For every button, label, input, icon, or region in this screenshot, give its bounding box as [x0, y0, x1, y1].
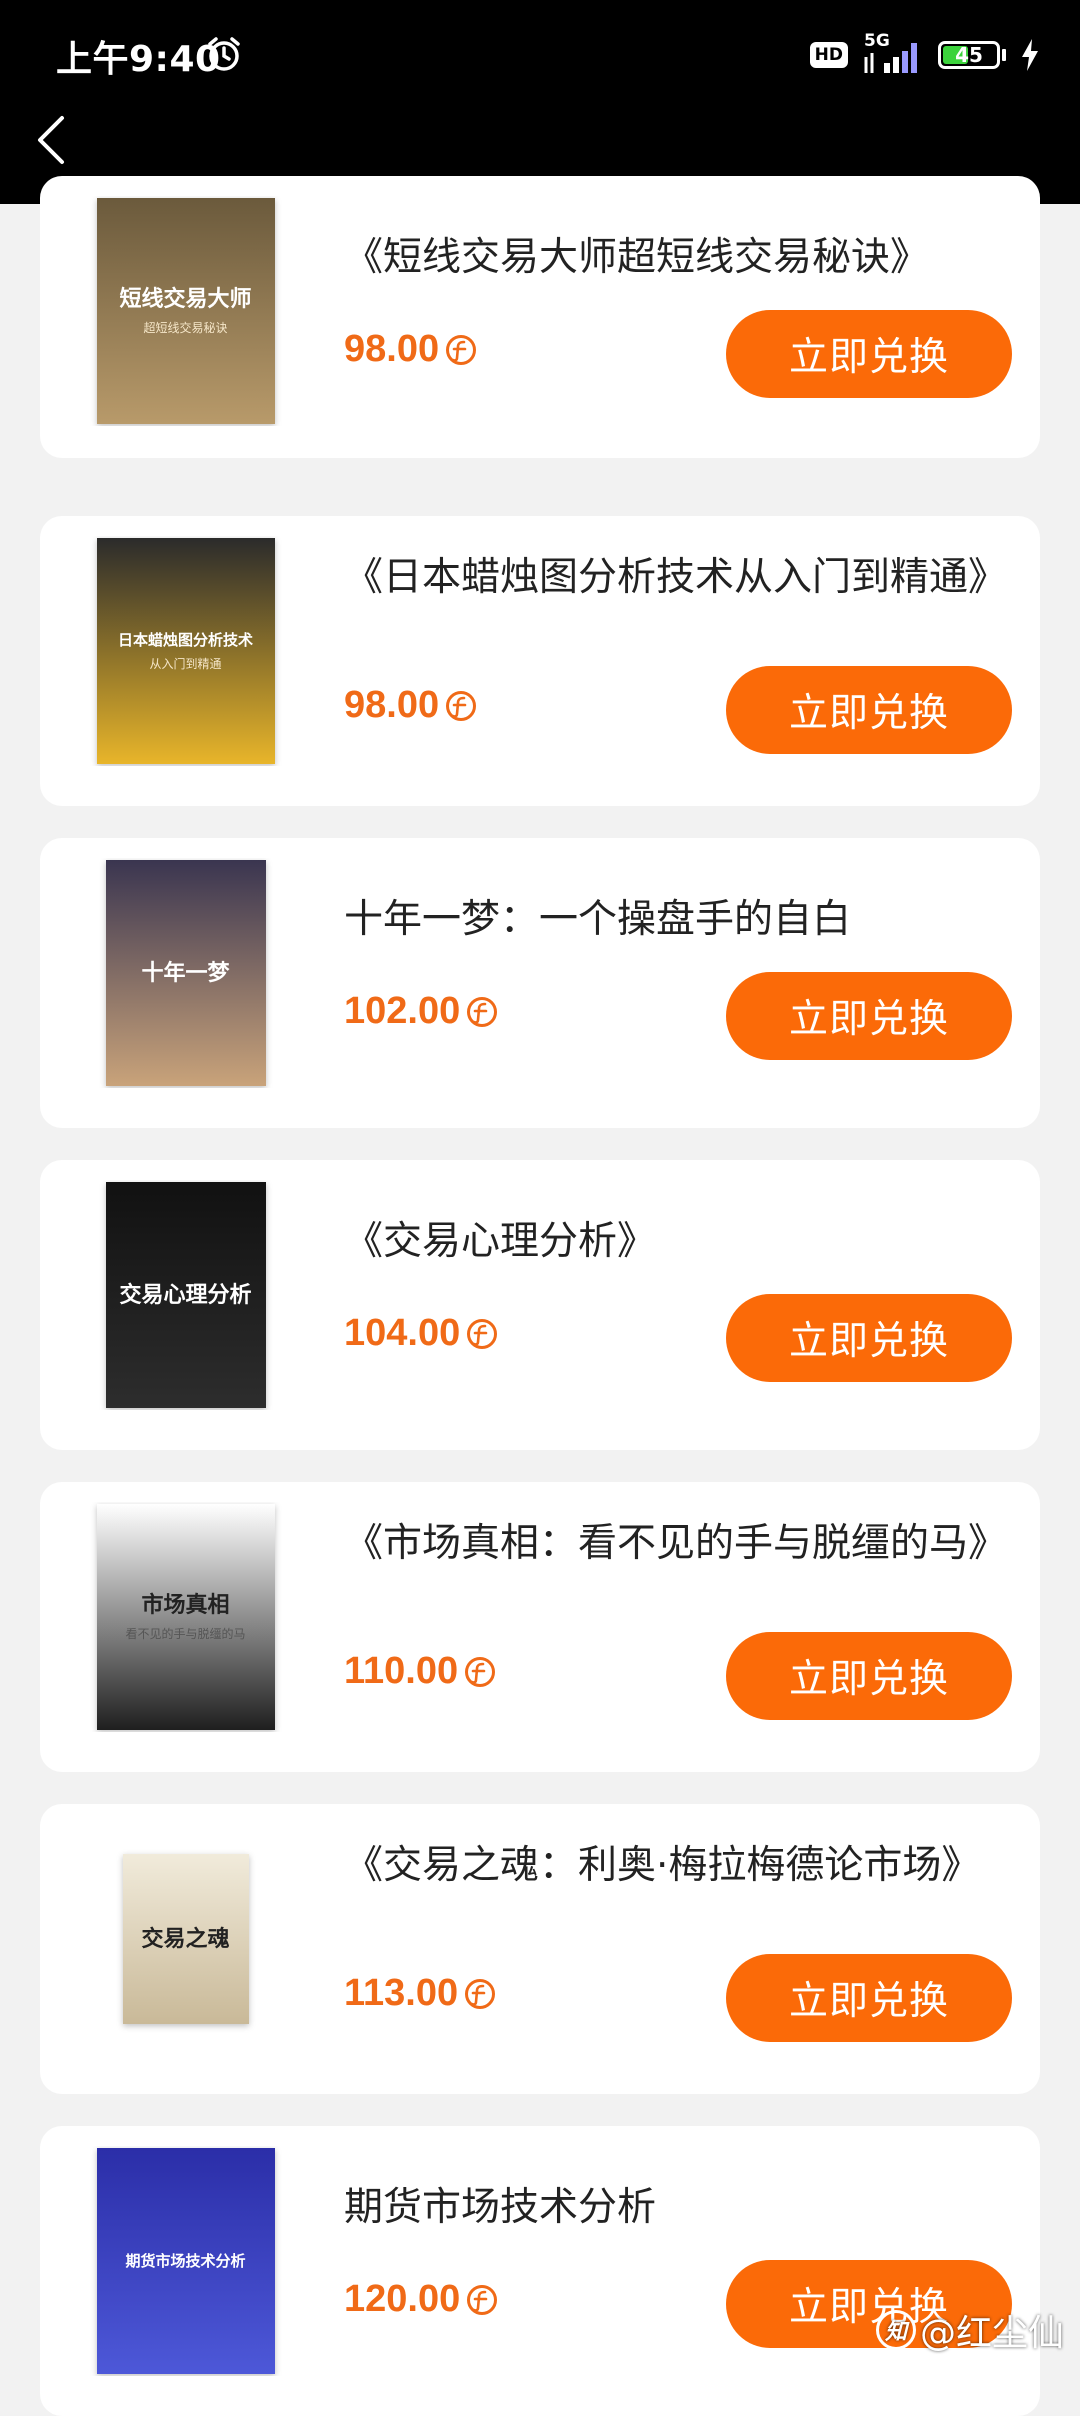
alarm-icon [208, 37, 240, 71]
exchange-button[interactable]: 立即兑换 [726, 310, 1012, 398]
book-cover-subtitle: 超短线交易秘诀 [143, 320, 228, 335]
product-title: 《交易之魂：利奥·梅拉梅德论市场》 [344, 1843, 981, 1888]
book-cover: 十年一梦 [68, 858, 303, 1088]
hd-badge: HD [809, 42, 848, 68]
product-title: 《日本蜡烛图分析技术从入门到精通》 [344, 555, 1008, 600]
zhihu-logo-icon: 知 [875, 2310, 916, 2350]
price-value: 113.00 [344, 1972, 459, 2014]
status-time: 上午9:40 [56, 39, 221, 80]
price-value: 120.00 [344, 2278, 461, 2320]
book-cover-art: 短线交易大师超短线交易秘诀 [96, 198, 275, 424]
product-title: 十年一梦：一个操盘手的自白 [344, 897, 852, 942]
product-card[interactable]: 期货市场技术分析 期货市场技术分析 120.00 立即兑换 [40, 2126, 1040, 2416]
book-cover-title: 市场真相 [141, 1592, 230, 1619]
book-cover-art: 日本蜡烛图分析技术从入门到精通 [96, 538, 275, 764]
book-cover-title: 短线交易大师 [119, 286, 252, 313]
product-price: 98.00 [344, 684, 477, 727]
charging-icon [1022, 39, 1038, 71]
book-cover-title: 期货市场技术分析 [125, 2252, 246, 2270]
book-cover: 交易心理分析 [68, 1180, 303, 1410]
coin-icon [465, 1978, 496, 2009]
book-cover: 交易之魂 [68, 1824, 303, 2054]
product-title: 期货市场技术分析 [344, 2185, 657, 2230]
product-price: 120.00 [344, 2278, 498, 2321]
product-price: 113.00 [344, 1972, 496, 2015]
price-value: 98.00 [344, 684, 440, 726]
product-card[interactable]: 十年一梦 十年一梦：一个操盘手的自白 102.00 立即兑换 [40, 838, 1040, 1128]
coin-icon [446, 334, 477, 365]
product-card[interactable]: 交易之魂 《交易之魂：利奥·梅拉梅德论市场》 113.00 立即兑换 [40, 1804, 1040, 2094]
product-price: 102.00 [344, 990, 498, 1033]
exchange-button[interactable]: 立即兑换 [726, 1294, 1012, 1382]
signal-icon: 5G [862, 31, 924, 75]
book-cover: 日本蜡烛图分析技术从入门到精通 [68, 536, 303, 766]
chevron-left-icon[interactable] [30, 110, 74, 170]
product-card[interactable]: 日本蜡烛图分析技术从入门到精通 《日本蜡烛图分析技术从入门到精通》 98.00 立即兑… [40, 516, 1040, 806]
product-price: 110.00 [344, 1650, 496, 1693]
book-cover-subtitle: 从入门到精通 [149, 656, 222, 671]
product-price: 98.00 [344, 328, 477, 371]
app-header: 上午9:40 HD 5G 45 [0, 0, 1080, 204]
coin-icon [446, 690, 477, 721]
book-cover: 期货市场技术分析 [68, 2146, 303, 2376]
book-cover-subtitle: 看不见的手与脱缰的马 [125, 1626, 246, 1641]
product-title: 《短线交易大师超短线交易秘诀》 [344, 235, 930, 280]
battery-icon: 45 [938, 41, 1000, 69]
product-title: 《交易心理分析》 [344, 1219, 657, 1264]
price-value: 104.00 [344, 1312, 461, 1354]
exchange-button[interactable]: 立即兑换 [726, 972, 1012, 1060]
book-cover: 短线交易大师超短线交易秘诀 [68, 196, 303, 426]
exchange-button[interactable]: 立即兑换 [726, 666, 1012, 754]
price-value: 98.00 [344, 328, 440, 370]
book-cover-art: 期货市场技术分析 [96, 2148, 275, 2374]
price-value: 110.00 [344, 1650, 459, 1692]
coin-icon [465, 1656, 496, 1687]
watermark: 知 @红尘仙 [875, 2304, 1064, 2356]
book-cover: 市场真相看不见的手与脱缰的马 [68, 1502, 303, 1732]
product-price: 104.00 [344, 1312, 498, 1355]
coin-icon [467, 1318, 498, 1349]
book-cover-art: 交易心理分析 [105, 1182, 266, 1408]
product-card[interactable]: 交易心理分析 《交易心理分析》 104.00 立即兑换 [40, 1160, 1040, 1450]
book-cover-title: 日本蜡烛图分析技术 [117, 630, 253, 649]
product-card[interactable]: 短线交易大师超短线交易秘诀 《短线交易大师超短线交易秘诀》 98.00 立即兑换 [40, 176, 1040, 458]
status-icons: HD 5G 45 [809, 30, 1040, 80]
exchange-button[interactable]: 立即兑换 [726, 1632, 1012, 1720]
book-cover-title: 交易之魂 [141, 1925, 230, 1952]
book-cover-art: 交易之魂 [122, 1854, 249, 2024]
price-value: 102.00 [344, 990, 461, 1032]
book-cover-art: 十年一梦 [105, 860, 266, 1086]
exchange-button[interactable]: 立即兑换 [726, 1954, 1012, 2042]
coin-icon [467, 2284, 498, 2315]
product-card[interactable]: 市场真相看不见的手与脱缰的马 《市场真相：看不见的手与脱缰的马》 110.00 立即兑… [40, 1482, 1040, 1772]
coin-icon [467, 996, 498, 1027]
book-cover-art: 市场真相看不见的手与脱缰的马 [96, 1504, 275, 1730]
product-title: 《市场真相：看不见的手与脱缰的马》 [344, 1521, 1008, 1566]
book-cover-title: 交易心理分析 [119, 1281, 252, 1308]
watermark-text: @红尘仙 [919, 2313, 1064, 2354]
book-cover-title: 十年一梦 [141, 959, 230, 986]
